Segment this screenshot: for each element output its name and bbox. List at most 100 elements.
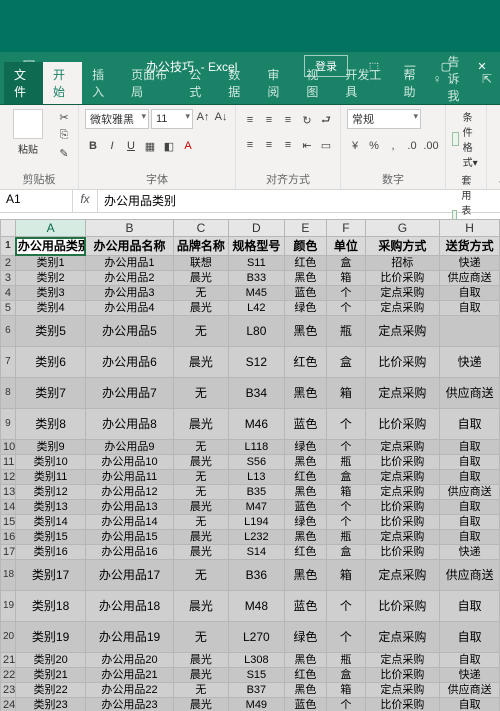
cell[interactable]: 比价采购 — [365, 515, 440, 530]
cell[interactable]: 瓶 — [327, 316, 365, 347]
cell[interactable]: 类别13 — [15, 500, 85, 515]
cell[interactable]: 办公用品14 — [86, 515, 173, 530]
cell[interactable]: 办公用品2 — [86, 271, 173, 286]
table-row[interactable]: 19类别18办公用品18晨光M48蓝色个比价采购自取 — [1, 591, 500, 622]
cell[interactable]: 类别15 — [15, 530, 85, 545]
table-row[interactable]: 10类别9办公用品9无L118绿色个定点采购自取 — [1, 440, 500, 455]
cell[interactable]: 红色 — [284, 668, 327, 683]
cell[interactable]: 定点采购 — [365, 316, 440, 347]
grid-table[interactable]: A B C D E F G H 1办公用品类别办公用品名称品牌名称规格型号颜色单… — [0, 219, 500, 711]
indent-dec-icon[interactable]: ⇤ — [299, 137, 315, 153]
cell[interactable]: L80 — [229, 316, 284, 347]
table-row[interactable]: 20类别19办公用品19无L270绿色个定点采购自取 — [1, 622, 500, 653]
cell[interactable]: 无 — [173, 378, 228, 409]
cell[interactable]: 自取 — [440, 409, 500, 440]
cell[interactable]: 箱 — [327, 485, 365, 500]
cell[interactable]: 黑色 — [284, 485, 327, 500]
cell[interactable]: 晨光 — [173, 271, 228, 286]
cell[interactable]: 盒 — [327, 545, 365, 560]
underline-icon[interactable]: U — [123, 138, 139, 154]
cell[interactable]: L42 — [229, 301, 284, 316]
cell[interactable]: 定点采购 — [365, 470, 440, 485]
cell[interactable]: B36 — [229, 560, 284, 591]
row-number[interactable]: 3 — [1, 271, 16, 286]
cell[interactable]: 个 — [327, 286, 365, 301]
table-row[interactable]: 9类别8办公用品8晨光M46蓝色个比价采购自取 — [1, 409, 500, 440]
cell[interactable]: 定点采购 — [365, 485, 440, 500]
cell[interactable]: 定点采购 — [365, 530, 440, 545]
cell[interactable]: 定点采购 — [365, 683, 440, 698]
percent-icon[interactable]: % — [366, 138, 382, 154]
cell[interactable]: 类别11 — [15, 470, 85, 485]
col-G[interactable]: G — [365, 220, 440, 237]
cell[interactable]: 办公用品23 — [86, 698, 173, 711]
cell[interactable]: 晨光 — [173, 530, 228, 545]
cell[interactable]: 办公用品10 — [86, 455, 173, 470]
cell[interactable]: 办公用品3 — [86, 286, 173, 301]
currency-icon[interactable]: ¥ — [347, 138, 363, 154]
cell[interactable]: 红色 — [284, 470, 327, 485]
cell[interactable]: 类别9 — [15, 440, 85, 455]
name-box[interactable]: A1 — [0, 190, 73, 212]
table-row[interactable]: 8类别7办公用品7无B34黑色箱定点采购供应商送 — [1, 378, 500, 409]
cell[interactable]: 晨光 — [173, 500, 228, 515]
col-E[interactable]: E — [284, 220, 327, 237]
cell[interactable]: 自取 — [440, 470, 500, 485]
cell[interactable]: 晨光 — [173, 653, 228, 668]
cell[interactable]: 办公用品22 — [86, 683, 173, 698]
cell[interactable]: L194 — [229, 515, 284, 530]
cell[interactable]: 无 — [173, 316, 228, 347]
header-cell[interactable]: 单位 — [327, 237, 365, 256]
row-number[interactable]: 12 — [1, 470, 16, 485]
cell[interactable]: 盒 — [327, 256, 365, 271]
row-number[interactable]: 10 — [1, 440, 16, 455]
tab-help[interactable]: 帮助 — [393, 62, 432, 104]
align-left-icon[interactable]: ≡ — [242, 137, 258, 153]
row-number[interactable]: 8 — [1, 378, 16, 409]
cell[interactable]: 办公用品16 — [86, 545, 173, 560]
cell[interactable]: 黑色 — [284, 530, 327, 545]
col-C[interactable]: C — [173, 220, 228, 237]
table-row[interactable]: 22类别21办公用品21晨光S15红色盒比价采购快递 — [1, 668, 500, 683]
row-number[interactable]: 1 — [1, 237, 16, 256]
cell[interactable]: 绿色 — [284, 440, 327, 455]
cell[interactable]: 自取 — [440, 455, 500, 470]
cell[interactable]: 晨光 — [173, 545, 228, 560]
cut-icon[interactable]: ✂ — [56, 109, 72, 125]
cell[interactable]: 黑色 — [284, 316, 327, 347]
header-cell[interactable]: 颜色 — [284, 237, 327, 256]
cell[interactable]: 盒 — [327, 470, 365, 485]
cell[interactable]: 自取 — [440, 301, 500, 316]
align-right-icon[interactable]: ≡ — [280, 137, 296, 153]
cell[interactable]: 类别2 — [15, 271, 85, 286]
cell[interactable]: 办公用品11 — [86, 470, 173, 485]
cell[interactable]: 无 — [173, 622, 228, 653]
table-row[interactable]: 3类别2办公用品2晨光B33黑色箱比价采购供应商送 — [1, 271, 500, 286]
cell[interactable]: 黑色 — [284, 560, 327, 591]
font-size-select[interactable]: 11 — [151, 109, 193, 129]
shrink-font-icon[interactable]: A↓ — [213, 109, 229, 125]
cell[interactable]: 供应商送 — [440, 485, 500, 500]
cell[interactable]: 办公用品4 — [86, 301, 173, 316]
cell[interactable]: 办公用品20 — [86, 653, 173, 668]
col-F[interactable]: F — [327, 220, 365, 237]
header-cell[interactable]: 采购方式 — [365, 237, 440, 256]
row-number[interactable]: 2 — [1, 256, 16, 271]
cell[interactable]: 自取 — [440, 591, 500, 622]
merge-icon[interactable]: ▭ — [318, 137, 334, 153]
cell[interactable]: 类别22 — [15, 683, 85, 698]
cell[interactable]: 类别1 — [15, 256, 85, 271]
cell[interactable]: 快递 — [440, 668, 500, 683]
tab-file[interactable]: 文件 — [4, 62, 43, 104]
row-number[interactable]: 7 — [1, 347, 16, 378]
cell[interactable]: 定点采购 — [365, 440, 440, 455]
cell[interactable]: 办公用品18 — [86, 591, 173, 622]
cell[interactable]: 蓝色 — [284, 409, 327, 440]
fill-color-icon[interactable]: ◧ — [161, 138, 177, 154]
cell[interactable]: 定点采购 — [365, 301, 440, 316]
cell[interactable]: 无 — [173, 560, 228, 591]
table-row[interactable]: 12类别11办公用品11无L13红色盒定点采购自取 — [1, 470, 500, 485]
cell[interactable]: 比价采购 — [365, 347, 440, 378]
cell[interactable]: 瓶 — [327, 455, 365, 470]
cell[interactable]: 蓝色 — [284, 591, 327, 622]
